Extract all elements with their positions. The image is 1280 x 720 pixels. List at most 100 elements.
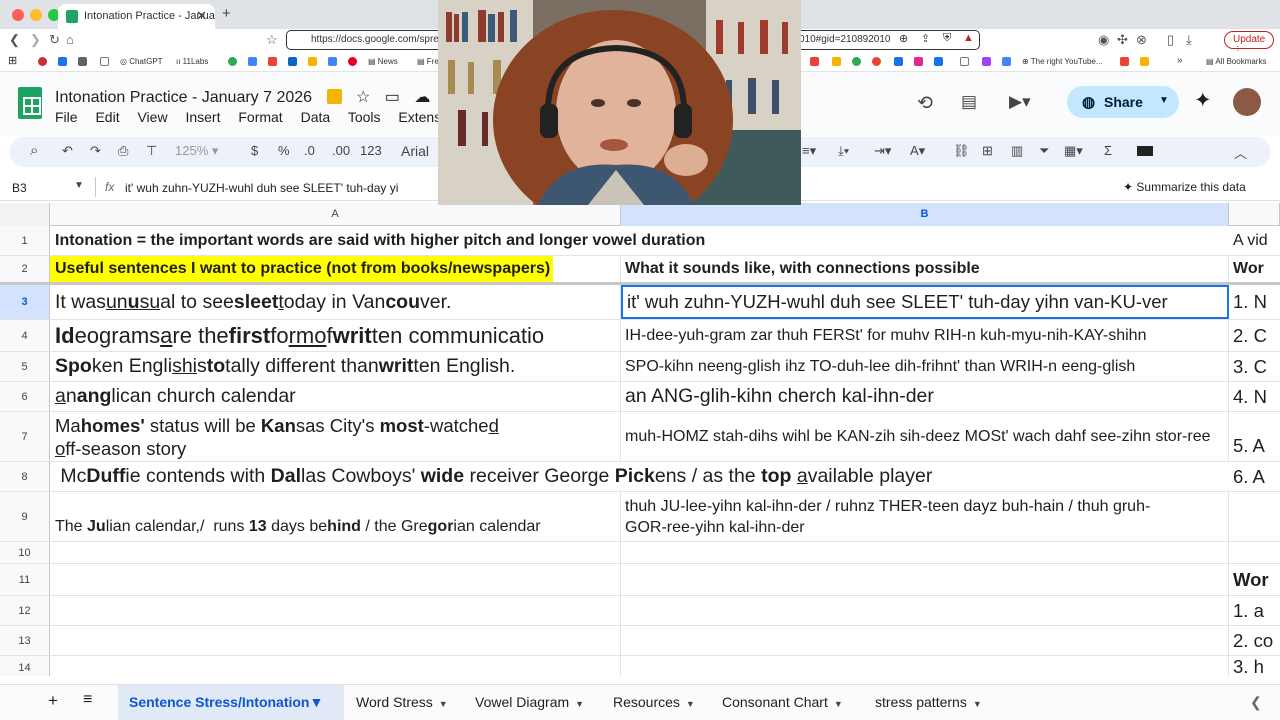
- extension-2-icon[interactable]: ⊗: [1136, 32, 1147, 48]
- bookmark-icon[interactable]: [328, 57, 337, 66]
- tab-dropdown-icon[interactable]: ▼: [439, 699, 448, 709]
- more-bookmarks-icon[interactable]: »: [1177, 55, 1183, 66]
- menu-edit[interactable]: Edit: [95, 109, 119, 125]
- cell-a6[interactable]: an ang lican church calendar: [50, 382, 621, 411]
- cell-b3-selected[interactable]: it' wuh zuhn-YUZH-wuhl duh see SLEET' tu…: [621, 285, 1229, 319]
- row-number[interactable]: 3: [0, 285, 50, 319]
- tab-vowel-diagram[interactable]: Vowel Diagram ▼: [475, 694, 584, 710]
- cell-c8[interactable]: 6. A: [1229, 462, 1280, 491]
- scroll-tabs-left-icon[interactable]: ❮: [1250, 694, 1262, 711]
- row-number[interactable]: 2: [0, 256, 50, 282]
- menu-view[interactable]: View: [137, 109, 167, 125]
- share-dropdown-icon[interactable]: ▼: [1159, 95, 1169, 106]
- cell-b5[interactable]: SPO-kihn neeng-glish ihz TO-duh-lee dih-…: [621, 352, 1229, 381]
- tab-dropdown-icon[interactable]: ▼: [973, 699, 982, 709]
- bookmark-icon[interactable]: [832, 57, 841, 66]
- cell-b6[interactable]: an ANG-glih-kihn cherch kal-ihn-der: [621, 382, 1229, 411]
- bookmark-icon[interactable]: [934, 57, 943, 66]
- input-tools-icon[interactable]: [1137, 146, 1153, 156]
- row-number[interactable]: 6: [0, 382, 50, 411]
- cell-a12[interactable]: [50, 596, 621, 625]
- row-number[interactable]: 12: [0, 596, 50, 625]
- cell-a3[interactable]: It was un u su al to see sleet t oday in Van…: [50, 285, 621, 319]
- font-select[interactable]: Arial: [401, 143, 429, 159]
- tab-stress-patterns[interactable]: stress patterns ▼: [875, 694, 982, 710]
- document-title[interactable]: Intonation Practice - January 7 2026 ☆ ▭…: [55, 87, 430, 107]
- bookmark-11labs[interactable]: ıı 11Labs: [176, 57, 208, 66]
- update-button[interactable]: Update ⋮: [1224, 31, 1274, 56]
- comments-icon[interactable]: ▤: [961, 92, 977, 112]
- bookmark-icon[interactable]: [1120, 57, 1129, 66]
- star-icon[interactable]: ☆: [356, 89, 370, 106]
- cell-b11[interactable]: [621, 564, 1229, 595]
- number-format-button[interactable]: 123: [360, 143, 382, 158]
- cell-b2[interactable]: What it sounds like, with connections po…: [621, 256, 1229, 282]
- zoom-icon[interactable]: ⊕: [899, 32, 908, 45]
- filter-views-icon[interactable]: ▦▾: [1064, 143, 1083, 159]
- cell-b12[interactable]: [621, 596, 1229, 625]
- bookmark-icon[interactable]: [78, 57, 87, 66]
- functions-icon[interactable]: Σ: [1104, 143, 1112, 158]
- cell-b10[interactable]: [621, 542, 1229, 563]
- tab-resources[interactable]: Resources ▼: [613, 694, 695, 710]
- all-sheets-icon[interactable]: ≡: [83, 691, 92, 709]
- row-number[interactable]: 13: [0, 626, 50, 655]
- back-icon[interactable]: ❮: [9, 32, 20, 48]
- move-folder-icon[interactable]: ▭: [385, 89, 400, 106]
- cell-c7[interactable]: 5. A: [1229, 412, 1280, 461]
- cell-c6[interactable]: 4. N: [1229, 382, 1280, 411]
- bookmark-icon[interactable]: [982, 57, 991, 66]
- bookmark-icon[interactable]: [1140, 57, 1149, 66]
- row-number[interactable]: 11: [0, 564, 50, 595]
- cell-c4[interactable]: 2. C: [1229, 320, 1280, 351]
- tab-dropdown-icon[interactable]: ▼: [309, 694, 323, 710]
- cell-b7[interactable]: muh-HOMZ stah-dihs wihl be KAN-zih sih-d…: [621, 412, 1229, 461]
- cloud-status-icon[interactable]: ☁: [414, 89, 430, 106]
- summarize-button[interactable]: ✦ Summarize this data: [1123, 180, 1246, 194]
- gemini-icon[interactable]: ✦: [1194, 88, 1212, 113]
- bookmark-icon[interactable]: [914, 57, 923, 66]
- apps-grid-icon[interactable]: ⊞: [8, 54, 17, 67]
- column-header-c[interactable]: [1229, 203, 1280, 226]
- bookmark-icon[interactable]: [348, 57, 357, 66]
- cell-a1[interactable]: Intonation = the important words are sai…: [50, 226, 1229, 255]
- sheets-logo-icon[interactable]: [18, 87, 42, 119]
- bookmark-icon[interactable]: [38, 57, 47, 66]
- bookmark-icon[interactable]: [100, 57, 109, 66]
- name-box[interactable]: B3: [12, 181, 27, 195]
- cell-a4[interactable]: Id eograms a re the first fo rm of writ ten …: [50, 320, 621, 351]
- tab-sentence-stress-intonation[interactable]: Sentence Stress/Intonation▼: [118, 685, 344, 720]
- cell-a11[interactable]: [50, 564, 621, 595]
- collapse-toolbar-icon[interactable]: ︿: [1234, 143, 1247, 162]
- tab-dropdown-icon[interactable]: ▼: [686, 699, 695, 709]
- menu-format[interactable]: Format: [238, 109, 282, 125]
- decrease-decimal-button[interactable]: .0: [304, 143, 315, 158]
- select-all-corner[interactable]: [0, 203, 50, 226]
- puzzle-icon[interactable]: ✣: [1117, 32, 1128, 48]
- insert-comment-icon[interactable]: ⊞: [982, 143, 993, 159]
- insert-chart-icon[interactable]: ▥: [1011, 143, 1023, 159]
- menu-file[interactable]: File: [55, 109, 78, 125]
- tab-consonant-chart[interactable]: Consonant Chart ▼: [722, 694, 843, 710]
- new-tab-icon[interactable]: +: [222, 5, 231, 22]
- bookmark-icon[interactable]: [960, 57, 969, 66]
- download-icon[interactable]: ⤓: [1186, 32, 1192, 48]
- add-sheet-icon[interactable]: +: [48, 691, 58, 711]
- row-number[interactable]: 4: [0, 320, 50, 351]
- reload-icon[interactable]: ↻: [49, 32, 60, 48]
- row-number[interactable]: 9: [0, 492, 50, 541]
- meet-icon[interactable]: ▶▾: [1009, 92, 1031, 112]
- formula-input[interactable]: it' wuh zuhn-YUZH-wuhl duh see SLEET' tu…: [125, 181, 398, 195]
- shield-icon[interactable]: ⛨: [943, 32, 951, 45]
- cell-b13[interactable]: [621, 626, 1229, 655]
- print-icon[interactable]: ⎙: [118, 143, 128, 159]
- column-header-a[interactable]: A: [50, 203, 621, 226]
- row-number[interactable]: 10: [0, 542, 50, 563]
- share-button[interactable]: ◍ Share ▼: [1067, 86, 1179, 118]
- currency-format-button[interactable]: $: [251, 143, 258, 158]
- name-box-dropdown-icon[interactable]: ▼: [74, 180, 84, 191]
- row-number[interactable]: 14: [0, 656, 50, 676]
- wrap-dropdown-icon[interactable]: ⇥▾: [874, 143, 891, 159]
- menu-data[interactable]: Data: [301, 109, 331, 125]
- row-number[interactable]: 7: [0, 412, 50, 461]
